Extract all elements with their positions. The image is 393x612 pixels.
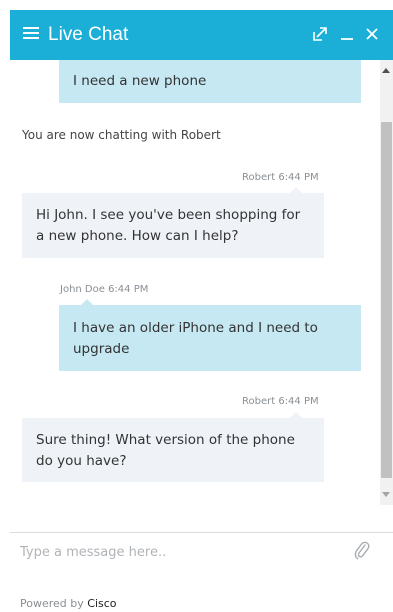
message-scrollbar[interactable] (380, 60, 393, 505)
agent-message-bubble: Hi John. I see you've been shopping for … (22, 187, 324, 258)
agent-message-bubble: Sure thing! What version of the phone do… (22, 412, 324, 482)
scroll-down-arrow-icon[interactable] (382, 492, 390, 497)
message-text: I need a new phone (73, 73, 207, 89)
scroll-up-arrow-icon[interactable] (382, 68, 390, 73)
scroll-thumb[interactable] (381, 122, 392, 478)
message-text: Hi John. I see you've been shopping for … (36, 207, 301, 244)
powered-by-label: Powered by (20, 597, 84, 610)
user-message-bubble: I need a new phone (59, 60, 361, 103)
minimize-icon[interactable] (340, 27, 354, 41)
brand-name: Cisco (87, 597, 117, 610)
message-meta: Robert 6:44 PM (242, 172, 319, 183)
hamburger-menu-icon[interactable] (23, 26, 39, 40)
composer-divider (10, 532, 393, 533)
close-icon[interactable] (365, 27, 379, 41)
chat-header: Live Chat (10, 10, 393, 60)
message-list: I need a new phone You are now chatting … (10, 60, 380, 505)
chat-window: Live Chat I need a new phone You are now… (0, 0, 393, 612)
system-message: You are now chatting with Robert (22, 128, 221, 142)
user-message-bubble: I have an older iPhone and I need to upg… (59, 299, 361, 371)
message-meta: Robert 6:44 PM (242, 396, 319, 407)
chat-title: Live Chat (48, 24, 129, 45)
message-text: I have an older iPhone and I need to upg… (73, 320, 318, 357)
powered-by: Powered by Cisco (20, 597, 117, 611)
message-meta: John Doe 6:44 PM (60, 284, 149, 295)
paperclip-icon[interactable] (354, 540, 370, 560)
message-text: Sure thing! What version of the phone do… (36, 432, 295, 469)
message-input[interactable] (20, 541, 340, 563)
popout-icon[interactable] (313, 27, 327, 41)
